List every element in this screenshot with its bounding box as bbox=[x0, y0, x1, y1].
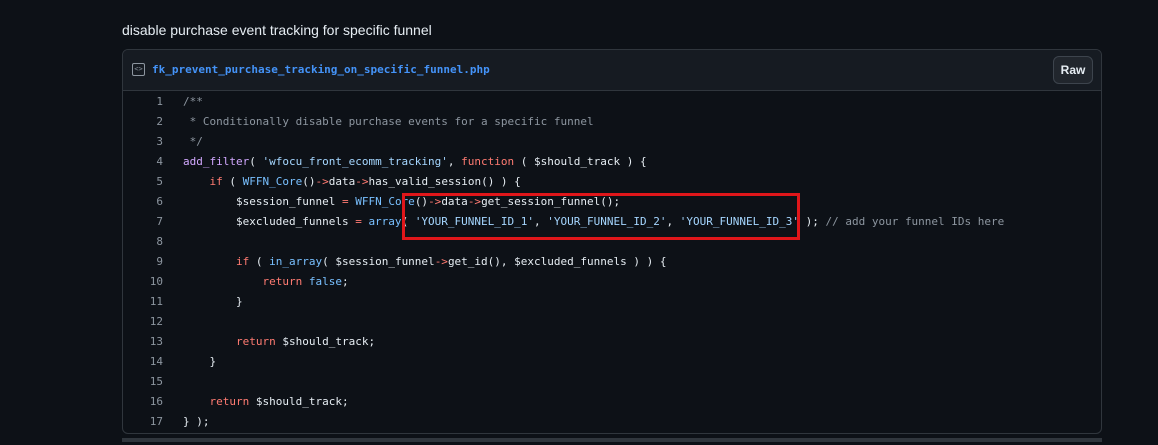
code-line: 5 if ( WFFN_Core()->data->has_valid_sess… bbox=[123, 172, 1101, 192]
code-line-text: } bbox=[183, 295, 243, 308]
line-number[interactable]: 8 bbox=[123, 232, 163, 252]
code-line: 4 add_filter( 'wfocu_front_ecomm_tracking… bbox=[123, 152, 1101, 172]
code-line: 12 bbox=[123, 312, 1101, 332]
line-number[interactable]: 7 bbox=[123, 212, 163, 232]
code-line: 17 } ); bbox=[123, 412, 1101, 432]
gist-file-box: <> fk_prevent_purchase_tracking_on_speci… bbox=[122, 49, 1102, 434]
annotation-highlight-box bbox=[402, 193, 800, 240]
line-number[interactable]: 3 bbox=[123, 132, 163, 152]
code-line-text: */ bbox=[183, 135, 203, 148]
line-number[interactable]: 13 bbox=[123, 332, 163, 352]
code-line-text: return $should_track; bbox=[235, 335, 376, 348]
line-number[interactable]: 16 bbox=[123, 392, 163, 412]
line-number[interactable]: 11 bbox=[123, 292, 163, 312]
code-line-text: } ); bbox=[183, 415, 210, 428]
code-block: 1 /** 2 * Conditionally disable purchase e… bbox=[123, 91, 1101, 432]
file-header: <> fk_prevent_purchase_tracking_on_speci… bbox=[123, 50, 1101, 91]
next-file-border bbox=[122, 438, 1102, 442]
line-number[interactable]: 1 bbox=[123, 92, 163, 112]
code-line-text: add_filter( 'wfocu_front_ecomm_tracking'… bbox=[183, 155, 647, 168]
line-number[interactable]: 12 bbox=[123, 312, 163, 332]
line-number[interactable]: 10 bbox=[123, 272, 163, 292]
line-number[interactable]: 9 bbox=[123, 252, 163, 272]
code-line-text: return $should_track; bbox=[209, 395, 349, 408]
code-line: 11 } bbox=[123, 292, 1101, 312]
code-line: 10 return false; bbox=[123, 272, 1101, 292]
line-number[interactable]: 5 bbox=[123, 172, 163, 192]
code-line-text: /** bbox=[183, 95, 203, 108]
code-line: 15 bbox=[123, 372, 1101, 392]
code-line-text: } bbox=[183, 355, 217, 368]
file-name-link[interactable]: fk_prevent_purchase_tracking_on_specific… bbox=[152, 63, 490, 76]
code-line: 9 if ( in_array( $session_funnel->get_id… bbox=[123, 252, 1101, 272]
line-number[interactable]: 17 bbox=[123, 412, 163, 432]
code-line-text: if ( WFFN_Core()->data->has_valid_sessio… bbox=[209, 175, 521, 188]
line-number[interactable]: 4 bbox=[123, 152, 163, 172]
code-line: 3 */ bbox=[123, 132, 1101, 152]
code-line: 13 return $should_track; bbox=[123, 332, 1101, 352]
code-line-text: return false; bbox=[262, 275, 349, 288]
code-line: 14 } bbox=[123, 352, 1101, 372]
code-line: 1 /** bbox=[123, 92, 1101, 112]
line-number[interactable]: 14 bbox=[123, 352, 163, 372]
code-line-text: * Conditionally disable purchase events … bbox=[183, 115, 594, 128]
line-number[interactable]: 6 bbox=[123, 192, 163, 212]
code-line: 2 * Conditionally disable purchase event… bbox=[123, 112, 1101, 132]
code-line: 16 return $should_track; bbox=[123, 392, 1101, 412]
code-line-text: if ( in_array( $session_funnel->get_id()… bbox=[235, 255, 667, 268]
line-number[interactable]: 15 bbox=[123, 372, 163, 392]
gist-description: disable purchase event tracking for spec… bbox=[122, 22, 432, 38]
line-number[interactable]: 2 bbox=[123, 112, 163, 132]
code-file-icon: <> bbox=[132, 63, 145, 76]
raw-button[interactable]: Raw bbox=[1053, 56, 1093, 84]
